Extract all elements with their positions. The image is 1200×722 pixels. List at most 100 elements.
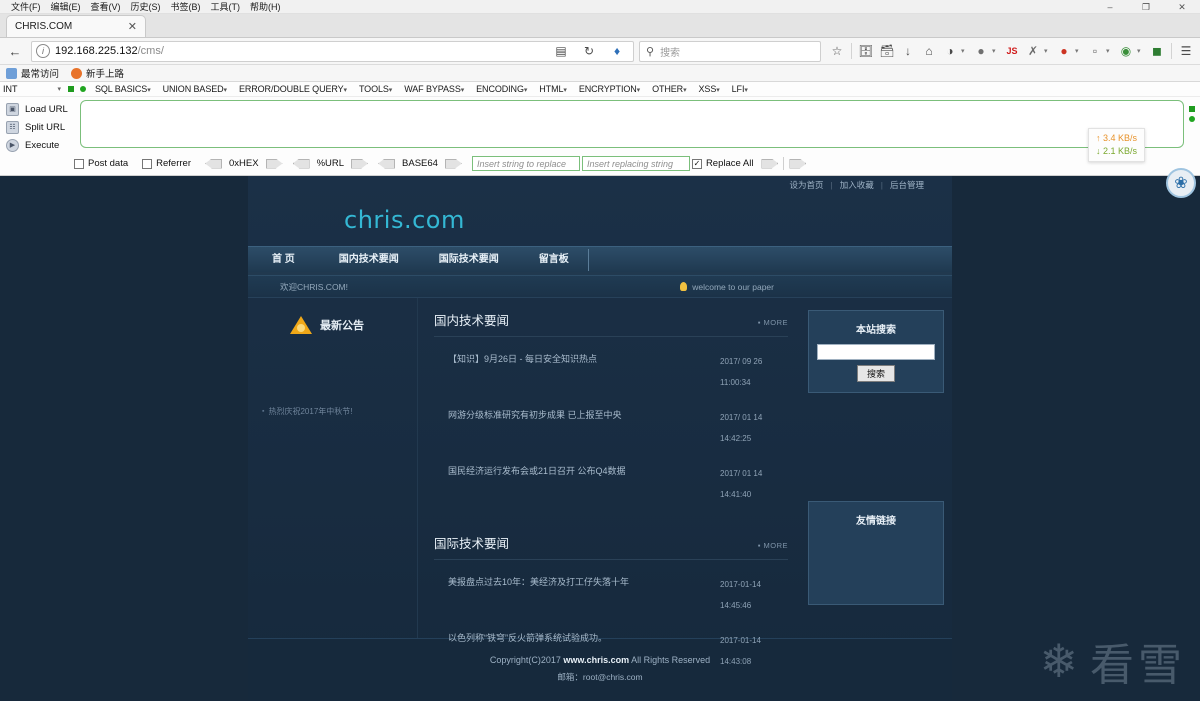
menu-view[interactable]: 查看(V) (86, 0, 126, 14)
bookmark-most-visited[interactable]: 最常访问 (6, 66, 59, 80)
referrer-checkbox[interactable]: Referrer (142, 158, 191, 169)
bookmark-getting-started[interactable]: 新手上路 (71, 66, 124, 80)
add-favorite-link[interactable]: 加入收藏 (840, 179, 874, 191)
news-time: 11:00:34 (720, 378, 751, 387)
menu-label: TOOLS (358, 84, 389, 94)
extra-arrow-icon[interactable] (789, 158, 807, 169)
menu-icon[interactable]: ☰ (1176, 40, 1196, 62)
pocket-icon[interactable]: ♦ (607, 40, 627, 62)
cookie-caret-icon[interactable]: ▾ (1075, 47, 1084, 55)
maximize-button[interactable]: ❐ (1128, 0, 1164, 14)
site-logo[interactable]: chris.com (344, 206, 465, 234)
encode-arrow-icon[interactable] (351, 158, 369, 169)
reader-mode-icon[interactable]: ▤ (551, 40, 571, 62)
chevron-down-icon: ▾ (744, 87, 748, 94)
url-host: 192.168.225.132 (55, 45, 138, 57)
encode-arrow-icon[interactable] (265, 158, 283, 169)
close-button[interactable]: ✕ (1164, 0, 1200, 14)
search-bar[interactable]: ⚲ 搜索 (639, 40, 821, 62)
back-button[interactable]: ← (4, 40, 26, 62)
hackbar-menu-waf-bypass[interactable]: WAF BYPASS▾ (398, 84, 470, 94)
nav-item-guestbook[interactable]: 留言板 (519, 247, 589, 273)
hackbar-menu-lfi[interactable]: LFI▾ (726, 84, 754, 94)
javascript-toggle-icon[interactable]: JS (1002, 40, 1022, 62)
decode-arrow-icon[interactable] (204, 158, 222, 169)
hackbar-menu-other[interactable]: OTHER▾ (646, 84, 692, 94)
library-icon[interactable]: 🗄 (856, 40, 876, 62)
world-icon[interactable]: ◉ (1116, 40, 1136, 62)
url-bar[interactable]: i 192.168.225.132/cms/ ▤ ↻ ♦ (31, 40, 634, 62)
site-search-input[interactable] (817, 344, 935, 360)
save-page-icon[interactable]: 🗃 (877, 40, 897, 62)
post-data-checkbox[interactable]: Post data (74, 158, 128, 169)
hackbar-menu-union-based[interactable]: UNION BASED▾ (157, 84, 233, 94)
proxy-icon[interactable]: ▫ (1085, 40, 1105, 62)
bookmark-star-icon[interactable]: ☆ (827, 40, 847, 62)
hackbar-menu-xss[interactable]: XSS▾ (693, 84, 726, 94)
list-item[interactable]: ▪ 热烈庆祝2017年中秋节! (262, 406, 417, 417)
copyright-suffix: All Rights Reserved (629, 655, 711, 665)
tab-close-icon[interactable]: ✕ (128, 20, 137, 33)
hackbar-menu-tools[interactable]: TOOLS▾ (353, 84, 398, 94)
globe-icon[interactable]: ● (971, 40, 991, 62)
shield-icon[interactable]: ◼ (1147, 40, 1167, 62)
menu-tools[interactable]: 工具(T) (206, 0, 246, 14)
news-title[interactable]: 网游分级标准研究有初步成果 已上报至中央 (434, 407, 710, 423)
split-url-button[interactable]: ☷ Split URL (2, 119, 80, 135)
home-icon[interactable]: ⌂ (919, 40, 939, 62)
menu-file[interactable]: 文件(F) (6, 0, 46, 14)
encode-arrow-icon[interactable] (444, 158, 462, 169)
news-title[interactable]: 国民经济运行发布会或21日召开 公布Q4数据 (434, 463, 710, 479)
globe-caret-icon[interactable]: ▾ (992, 47, 1001, 55)
ublock-icon[interactable]: ❀ (1166, 168, 1196, 198)
plug-caret-icon[interactable]: ▾ (1044, 47, 1053, 55)
main-content: 国内技术要闻 ▪ MORE 【知识】9月26日 - 每日安全知识热点 2017/… (418, 298, 804, 666)
admin-panel-link[interactable]: 后台管理 (890, 179, 924, 191)
news-title[interactable]: 美报盘点过去10年：美经济及打工仔失落十年 (434, 574, 710, 590)
checkbox-box: ✓ (691, 158, 702, 169)
palette-icon[interactable]: ◑ (940, 40, 960, 62)
decode-arrow-icon[interactable] (378, 158, 396, 169)
hackbar-menu-sql-basics[interactable]: SQL BASICS▾ (89, 84, 157, 94)
plug-icon[interactable]: ✗ (1023, 40, 1043, 62)
more-link[interactable]: ▪ MORE (758, 541, 788, 550)
execute-button[interactable]: ▶ Execute (2, 137, 80, 153)
replace-apply-arrow-icon[interactable] (761, 158, 779, 169)
more-link[interactable]: ▪ MORE (758, 318, 788, 327)
hackbar-url-textarea[interactable] (80, 100, 1184, 148)
load-url-button[interactable]: ▣ Load URL (2, 101, 80, 117)
hackbar-menu-html[interactable]: HTML▾ (533, 84, 573, 94)
hackbar-menu-encoding[interactable]: ENCODING▾ (470, 84, 533, 94)
search-string-input[interactable]: Insert string to replace (471, 156, 580, 171)
news-title[interactable]: 以色列称“铁穹”反火箭弹系统试验成功。 (434, 630, 710, 646)
menu-help[interactable]: 帮助(H) (245, 0, 286, 14)
browser-tab[interactable]: CHRIS.COM ✕ (6, 15, 146, 37)
menu-edit[interactable]: 编辑(E) (46, 0, 86, 14)
replace-string-input[interactable]: Insert replacing string (581, 156, 690, 171)
nav-item-domestic-news[interactable]: 国内技术要闻 (319, 247, 419, 273)
palette-caret-icon[interactable]: ▾ (961, 47, 970, 55)
replace-all-checkbox[interactable]: ✓ Replace All (691, 158, 753, 169)
nav-item-international-news[interactable]: 国际技术要闻 (419, 247, 519, 273)
decode-arrow-icon[interactable] (292, 158, 310, 169)
chevron-down-icon: ▾ (716, 87, 720, 94)
hackbar-menu-encryption[interactable]: ENCRYPTION▾ (573, 84, 646, 94)
hackbar-menu-error-double-query[interactable]: ERROR/DOUBLE QUERY▾ (233, 84, 353, 94)
cookie-icon[interactable]: ● (1054, 40, 1074, 62)
downloads-icon[interactable]: ↓ (898, 40, 918, 62)
search-placeholder: 搜索 (660, 47, 681, 59)
menu-history[interactable]: 历史(S) (126, 0, 166, 14)
proxy-caret-icon[interactable]: ▾ (1106, 47, 1115, 55)
news-title[interactable]: 【知识】9月26日 - 每日安全知识热点 (434, 351, 710, 367)
reload-icon[interactable]: ↻ (579, 40, 599, 62)
chevron-down-icon: ▾ (57, 86, 61, 93)
world-caret-icon[interactable]: ▾ (1137, 47, 1146, 55)
hackbar-mode-select[interactable]: INT ▾ (3, 84, 65, 94)
minimize-button[interactable]: – (1092, 0, 1128, 14)
set-homepage-link[interactable]: 设为首页 (790, 179, 824, 191)
page-info-icon[interactable]: i (36, 44, 50, 58)
site-search-button[interactable]: 搜索 (856, 365, 895, 382)
nav-item-home[interactable]: 首 页 (248, 247, 319, 273)
menu-label: SQL BASICS (95, 84, 148, 94)
menu-bookmarks[interactable]: 书签(B) (166, 0, 206, 14)
